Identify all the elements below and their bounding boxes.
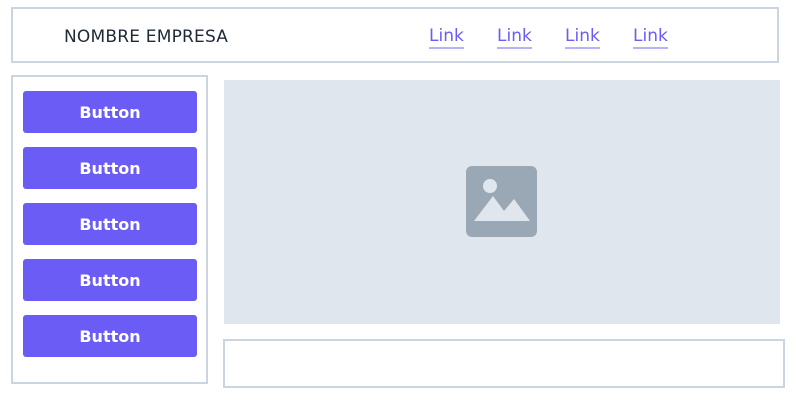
nav-link-2[interactable]: Link (497, 26, 532, 49)
nav-link-4[interactable]: Link (633, 26, 668, 49)
company-name: NOMBRE EMPRESA (64, 27, 229, 47)
sidebar-button-4[interactable]: Button (23, 259, 197, 301)
sidebar: Button Button Button Button Button (11, 75, 208, 384)
sidebar-button-1[interactable]: Button (23, 91, 197, 133)
sidebar-button-5[interactable]: Button (23, 315, 197, 357)
image-placeholder-icon (466, 166, 537, 237)
image-placeholder (224, 80, 780, 324)
sidebar-button-2[interactable]: Button (23, 147, 197, 189)
content-footer-box (223, 339, 785, 388)
sidebar-button-3[interactable]: Button (23, 203, 197, 245)
nav-link-1[interactable]: Link (429, 26, 464, 49)
header: NOMBRE EMPRESA Link Link Link Link (11, 7, 779, 63)
nav-link-3[interactable]: Link (565, 26, 600, 49)
